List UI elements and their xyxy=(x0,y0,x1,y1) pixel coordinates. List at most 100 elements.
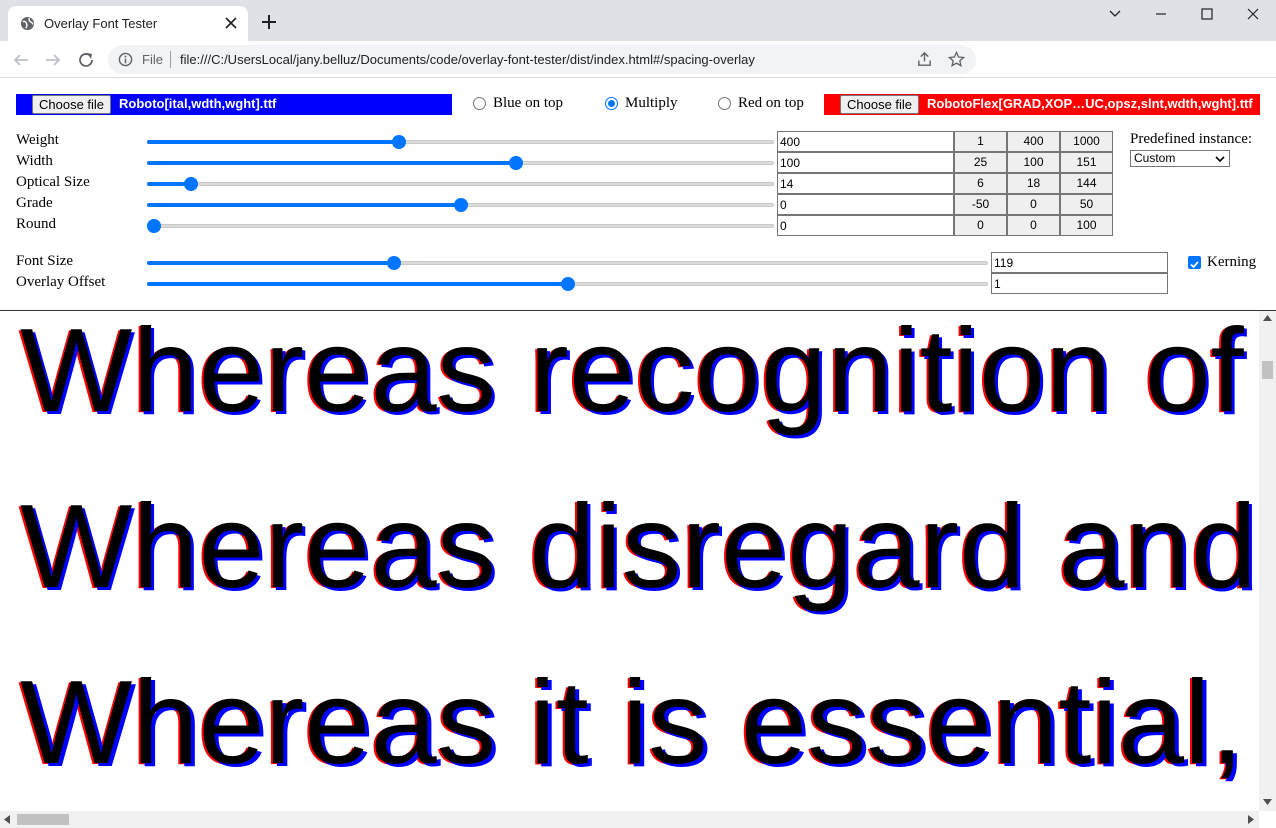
slider-fill xyxy=(147,261,394,265)
slider-fill xyxy=(147,203,461,207)
overlay-preview: Whereas recognition of Whereas recogniti… xyxy=(0,310,1276,828)
red-file-name: RobotoFlex[GRAD,XOP…UC,opsz,slnt,wdth,wg… xyxy=(927,96,1253,111)
red-choose-file-button[interactable]: Choose file xyxy=(840,95,920,114)
overlay-offset-slider[interactable] xyxy=(147,276,988,292)
scroll-down-icon[interactable] xyxy=(1263,799,1272,805)
minimize-icon[interactable] xyxy=(1153,6,1169,22)
axis-value-input[interactable]: 100 xyxy=(777,152,954,173)
axis-preset-button[interactable]: 1000 xyxy=(1060,131,1113,152)
slider-fill xyxy=(147,161,516,165)
browser-tabstrip: Overlay Font Tester xyxy=(0,0,1276,41)
slider-thumb[interactable] xyxy=(454,198,468,212)
horizontal-scrollbar[interactable] xyxy=(0,811,1259,828)
address-bar[interactable]: File file:///C:/UsersLocal/jany.belluz/D… xyxy=(108,45,976,74)
radio-red-on-top-label: Red on top xyxy=(738,95,804,111)
predefined-instance-label: Predefined instance: xyxy=(1130,131,1253,147)
url-separator xyxy=(170,51,171,68)
font-size-label: Font Size xyxy=(16,253,74,269)
radio-multiply-label: Multiply xyxy=(625,95,678,111)
checkmark-icon xyxy=(1190,261,1199,269)
axis-slider[interactable] xyxy=(147,197,774,213)
axis-preset-button[interactable]: 144 xyxy=(1060,173,1113,194)
axis-preset-button[interactable]: 0 xyxy=(954,215,1007,236)
slider-thumb[interactable] xyxy=(147,219,161,233)
horizontal-scroll-thumb[interactable] xyxy=(17,814,69,825)
axis-preset-button[interactable]: 6 xyxy=(954,173,1007,194)
vertical-scrollbar[interactable] xyxy=(1259,311,1276,811)
chevron-down-icon xyxy=(1215,156,1225,163)
kerning-label: Kerning xyxy=(1207,254,1257,270)
axis-preset-button[interactable]: 0 xyxy=(1007,194,1060,215)
globe-icon xyxy=(20,16,35,31)
slider-thumb[interactable] xyxy=(509,156,523,170)
axis-slider[interactable] xyxy=(147,218,774,234)
radio-blue-on-top[interactable] xyxy=(473,97,486,110)
scroll-left-icon[interactable] xyxy=(4,815,10,824)
url-text[interactable]: file:///C:/UsersLocal/jany.belluz/Docume… xyxy=(180,52,755,67)
slider-fill xyxy=(147,140,399,144)
tab-title: Overlay Font Tester xyxy=(44,16,158,31)
axis-preset-button[interactable]: 100 xyxy=(1007,152,1060,173)
back-icon[interactable] xyxy=(12,51,30,69)
predefined-instance-select[interactable]: Custom xyxy=(1130,150,1230,167)
share-icon[interactable] xyxy=(916,51,933,68)
axis-value-input[interactable]: 0 xyxy=(777,215,954,236)
axis-label: Round xyxy=(16,216,57,232)
window-close-icon[interactable] xyxy=(1245,6,1261,22)
axis-preset-button[interactable]: 1 xyxy=(954,131,1007,152)
blue-choose-file-button[interactable]: Choose file xyxy=(32,95,112,114)
red-font-picker: Choose file RobotoFlex[GRAD,XOP…UC,opsz,… xyxy=(824,94,1260,115)
axis-value-input[interactable]: 0 xyxy=(777,194,954,215)
vertical-scroll-thumb[interactable] xyxy=(1262,361,1273,379)
overlay-offset-label: Overlay Offset xyxy=(16,274,106,290)
blue-file-name: Roboto[ital,wdth,wght].ttf xyxy=(119,96,277,111)
axis-value-input[interactable]: 14 xyxy=(777,173,954,194)
slider-thumb[interactable] xyxy=(184,177,198,191)
info-icon[interactable] xyxy=(118,52,133,67)
scroll-up-icon[interactable] xyxy=(1263,315,1272,321)
font-size-input[interactable]: 119 xyxy=(991,252,1168,273)
reload-icon[interactable] xyxy=(77,51,95,69)
slider-track xyxy=(147,182,774,186)
axis-preset-button[interactable]: 18 xyxy=(1007,173,1060,194)
browser-toolbar: File file:///C:/UsersLocal/jany.belluz/D… xyxy=(0,41,1276,78)
axis-slider[interactable] xyxy=(147,134,774,150)
kerning-checkbox[interactable] xyxy=(1188,256,1201,269)
axis-preset-button[interactable]: 50 xyxy=(1060,194,1113,215)
predefined-instance-value: Custom xyxy=(1134,151,1176,165)
chevron-down-icon[interactable] xyxy=(1107,6,1123,22)
font-size-slider[interactable] xyxy=(147,255,988,271)
slider-track xyxy=(147,224,774,228)
axis-slider[interactable] xyxy=(147,176,774,192)
overlay-offset-input[interactable]: 1 xyxy=(991,273,1168,294)
axis-preset-button[interactable]: 100 xyxy=(1060,215,1113,236)
url-scheme: File xyxy=(142,52,163,67)
close-icon[interactable] xyxy=(224,16,238,30)
slider-fill xyxy=(147,282,568,286)
slider-thumb[interactable] xyxy=(561,277,575,291)
axis-preset-button[interactable]: -50 xyxy=(954,194,1007,215)
axis-slider[interactable] xyxy=(147,155,774,171)
star-icon[interactable] xyxy=(948,51,965,68)
axis-label: Width xyxy=(16,153,53,169)
scroll-right-icon[interactable] xyxy=(1248,815,1254,824)
preview-black-text: Whereas disregard and xyxy=(20,480,1257,613)
maximize-icon[interactable] xyxy=(1199,6,1215,22)
axis-preset-button[interactable]: 0 xyxy=(1007,215,1060,236)
axis-value-input[interactable]: 400 xyxy=(777,131,954,152)
axis-label: Grade xyxy=(16,195,53,211)
axis-label: Optical Size xyxy=(16,174,90,190)
radio-red-on-top[interactable] xyxy=(718,97,731,110)
axis-label: Weight xyxy=(16,132,59,148)
axis-preset-button[interactable]: 400 xyxy=(1007,131,1060,152)
axis-preset-button[interactable]: 25 xyxy=(954,152,1007,173)
preview-black-text: Whereas recognition of xyxy=(20,310,1244,437)
browser-tab[interactable]: Overlay Font Tester xyxy=(8,6,248,41)
slider-thumb[interactable] xyxy=(392,135,406,149)
axis-preset-button[interactable]: 151 xyxy=(1060,152,1113,173)
slider-thumb[interactable] xyxy=(387,256,401,270)
radio-multiply[interactable] xyxy=(605,97,618,110)
new-tab-icon[interactable] xyxy=(262,15,276,29)
forward-icon[interactable] xyxy=(44,51,62,69)
radio-blue-on-top-label: Blue on top xyxy=(493,95,563,111)
